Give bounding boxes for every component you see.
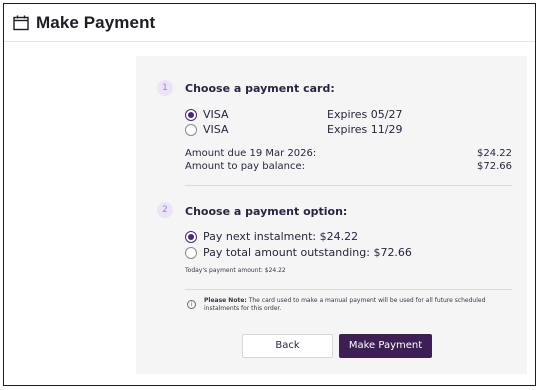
card-1-brand[interactable]: VISA — [203, 108, 228, 121]
option-total-outstanding-radio[interactable] — [185, 247, 197, 259]
info-icon: i — [187, 300, 196, 309]
today-payment-amount: Today's payment amount: $24.22 — [185, 267, 286, 274]
back-button[interactable]: Back — [242, 334, 333, 358]
step-1-badge: 1 — [157, 80, 173, 96]
step-1-title: Choose a payment card: — [185, 82, 335, 95]
card-1-expiry: Expires 05/27 — [327, 108, 403, 121]
calendar-icon — [12, 14, 30, 32]
card-2-radio[interactable] — [185, 124, 197, 136]
payment-note: Please Note: The card used to make a man… — [204, 297, 504, 313]
section-divider — [185, 185, 512, 186]
note-heading: Please Note: — [204, 297, 247, 304]
step-2-badge: 2 — [157, 202, 173, 218]
card-2-brand[interactable]: VISA — [203, 123, 228, 136]
note-text: The card used to make a manual payment w… — [204, 297, 486, 312]
option-total-outstanding-label[interactable]: Pay total amount outstanding: $72.66 — [203, 246, 412, 259]
card-1-radio[interactable] — [185, 109, 197, 121]
balance-value: $72.66 — [477, 161, 512, 172]
amount-due-label: Amount due 19 Mar 2026: — [185, 148, 317, 159]
make-payment-button[interactable]: Make Payment — [339, 334, 432, 358]
step-2-title: Choose a payment option: — [185, 205, 348, 218]
balance-label: Amount to pay balance: — [185, 161, 306, 172]
page-title: Make Payment — [36, 12, 156, 32]
amount-due-value: $24.22 — [477, 148, 512, 159]
note-divider — [185, 289, 512, 290]
option-next-instalment-radio[interactable] — [185, 231, 197, 243]
option-next-instalment-label[interactable]: Pay next instalment: $24.22 — [203, 230, 358, 243]
page-header: Make Payment — [4, 4, 535, 42]
card-2-expiry: Expires 11/29 — [327, 123, 403, 136]
